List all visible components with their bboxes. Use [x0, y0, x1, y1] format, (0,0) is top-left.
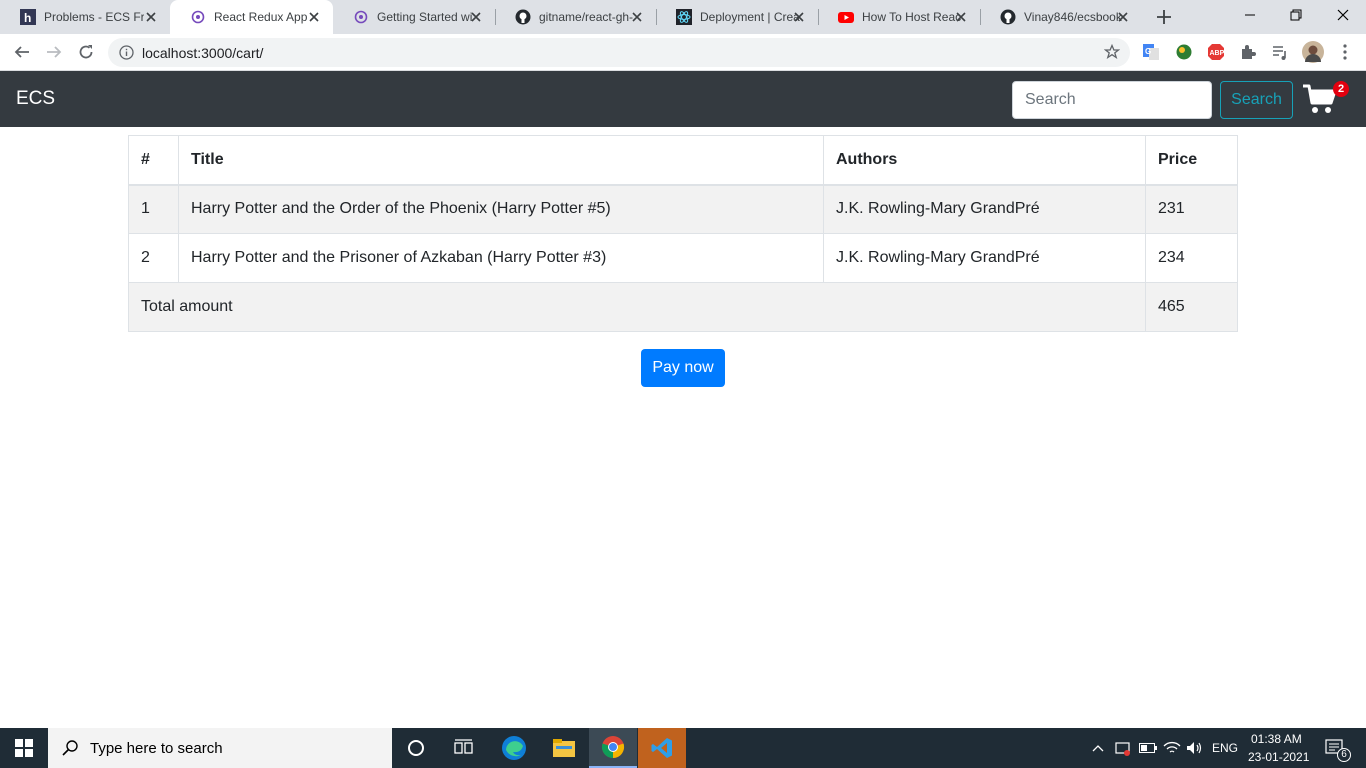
- vscode-icon[interactable]: [638, 728, 686, 768]
- column-header-authors: Authors: [823, 135, 1146, 186]
- tray-security-icon[interactable]: [1113, 728, 1133, 768]
- language-indicator[interactable]: ENG: [1212, 741, 1238, 755]
- browser-tab-2[interactable]: Getting Started wi: [333, 0, 495, 34]
- total-value: 465: [1145, 282, 1238, 332]
- column-header-number: #: [128, 135, 179, 186]
- clock-time[interactable]: 01:38 AM: [1251, 732, 1302, 746]
- extensions-puzzle-icon[interactable]: [1239, 43, 1257, 61]
- new-tab-icon[interactable]: [1155, 8, 1173, 26]
- book-authors: J.K. Rowling-Mary GrandPré: [823, 184, 1146, 234]
- chrome-taskbar-icon[interactable]: [589, 728, 637, 768]
- total-label: Total amount: [128, 282, 1146, 332]
- youtube-icon: [838, 9, 854, 25]
- browser-toolbar: localhost:3000/cart/ G ABP: [0, 34, 1366, 71]
- row-number: 2: [128, 233, 179, 283]
- back-arrow-icon[interactable]: [12, 42, 32, 62]
- svg-text:h: h: [24, 11, 31, 25]
- tab-title: Vinay846/ecsbook: [1024, 10, 1122, 24]
- github-icon: [1000, 9, 1016, 25]
- tab-close-icon[interactable]: [954, 10, 968, 24]
- book-title: Harry Potter and the Prisoner of Azkaban…: [178, 233, 824, 283]
- pay-now-button[interactable]: Pay now: [641, 349, 725, 387]
- tab-close-icon[interactable]: [144, 10, 158, 24]
- windows-taskbar: Type here to search ENG 01:38 AM 23-01-2…: [0, 728, 1366, 768]
- book-title: Harry Potter and the Order of the Phoeni…: [178, 184, 824, 234]
- site-info-icon[interactable]: [119, 45, 134, 65]
- profile-avatar[interactable]: [1302, 41, 1324, 63]
- react-icon: [676, 9, 692, 25]
- browser-menu-icon[interactable]: [1336, 43, 1354, 61]
- github-icon: [515, 9, 531, 25]
- media-queue-icon[interactable]: [1271, 43, 1289, 61]
- tab-title: React Redux App: [214, 10, 308, 24]
- search-icon: [62, 740, 78, 756]
- adblock-plus-icon[interactable]: ABP: [1207, 43, 1225, 61]
- browser-tab-strip: h Problems - ECS Fr React Redux App Gett…: [0, 0, 1366, 34]
- app-navbar: ECS Search 2: [0, 71, 1366, 127]
- book-authors: J.K. Rowling-Mary GrandPré: [823, 233, 1146, 283]
- cart-table: # Title Authors Price 1 Harry Potter and…: [128, 135, 1238, 332]
- minimize-icon[interactable]: [1227, 0, 1273, 30]
- browser-tab-3[interactable]: gitname/react-gh-: [495, 0, 656, 34]
- cart-count-badge: 2: [1333, 81, 1349, 97]
- total-row: Total amount 465: [128, 282, 1238, 332]
- tray-chevron-up-icon[interactable]: [1090, 728, 1106, 768]
- search-button[interactable]: Search: [1220, 81, 1293, 119]
- table-row: 1 Harry Potter and the Order of the Phoe…: [128, 184, 1238, 234]
- column-header-title: Title: [178, 135, 824, 186]
- tab-close-icon[interactable]: [307, 10, 321, 24]
- task-view-icon[interactable]: [440, 728, 488, 768]
- browser-tab-5[interactable]: How To Host Reac: [818, 0, 980, 34]
- tab-title: Getting Started wi: [377, 10, 473, 24]
- battery-icon[interactable]: [1138, 728, 1158, 768]
- window-close-icon[interactable]: [1320, 0, 1366, 30]
- row-number: 1: [128, 184, 179, 234]
- browser-tab-6[interactable]: Vinay846/ecsbook: [980, 0, 1142, 34]
- tab-close-icon[interactable]: [630, 10, 644, 24]
- tab-close-icon[interactable]: [792, 10, 806, 24]
- taskbar-search-placeholder: Type here to search: [90, 739, 223, 757]
- bookmark-star-icon[interactable]: [1103, 43, 1121, 65]
- brand-logo[interactable]: ECS: [16, 88, 55, 110]
- column-header-price: Price: [1145, 135, 1238, 186]
- windows-start-icon[interactable]: [0, 728, 48, 768]
- restore-icon[interactable]: [1273, 0, 1319, 30]
- wifi-icon[interactable]: [1162, 728, 1182, 768]
- browser-tab-4[interactable]: Deployment | Crea: [656, 0, 818, 34]
- globe-extension-icon[interactable]: [1175, 43, 1193, 61]
- table-header-row: # Title Authors Price: [128, 135, 1238, 186]
- search-input[interactable]: [1012, 81, 1212, 119]
- url-text: localhost:3000/cart/: [142, 45, 264, 61]
- tab-title: Problems - ECS Fr: [44, 10, 144, 24]
- volume-icon[interactable]: [1185, 728, 1205, 768]
- tab-close-icon[interactable]: [469, 10, 483, 24]
- tab-close-icon[interactable]: [1116, 10, 1130, 24]
- hackerearth-icon: h: [20, 9, 36, 25]
- book-price: 231: [1145, 184, 1238, 234]
- tab-title: gitname/react-gh-: [539, 10, 634, 24]
- forward-arrow-icon[interactable]: [44, 42, 64, 62]
- book-price: 234: [1145, 233, 1238, 283]
- redux-icon: [190, 9, 206, 25]
- svg-text:ABP: ABP: [1210, 50, 1225, 57]
- clock-date[interactable]: 23-01-2021: [1248, 750, 1309, 764]
- tab-title: How To Host Reac: [862, 10, 962, 24]
- tab-title: Deployment | Crea: [700, 10, 800, 24]
- file-explorer-icon[interactable]: [540, 728, 588, 768]
- browser-tab-0[interactable]: h Problems - ECS Fr: [0, 0, 170, 34]
- taskbar-search-box[interactable]: Type here to search: [48, 728, 392, 768]
- cortana-icon[interactable]: [392, 728, 440, 768]
- browser-tab-1[interactable]: React Redux App: [170, 0, 333, 34]
- edge-browser-icon[interactable]: [490, 728, 538, 768]
- svg-text:G: G: [1145, 47, 1151, 56]
- notification-count-badge: 6: [1337, 748, 1351, 762]
- table-row: 2 Harry Potter and the Prisoner of Azkab…: [128, 233, 1238, 283]
- redux-icon: [353, 9, 369, 25]
- google-translate-icon[interactable]: G: [1142, 43, 1160, 61]
- reload-icon[interactable]: [76, 42, 96, 62]
- address-bar[interactable]: localhost:3000/cart/: [108, 38, 1130, 67]
